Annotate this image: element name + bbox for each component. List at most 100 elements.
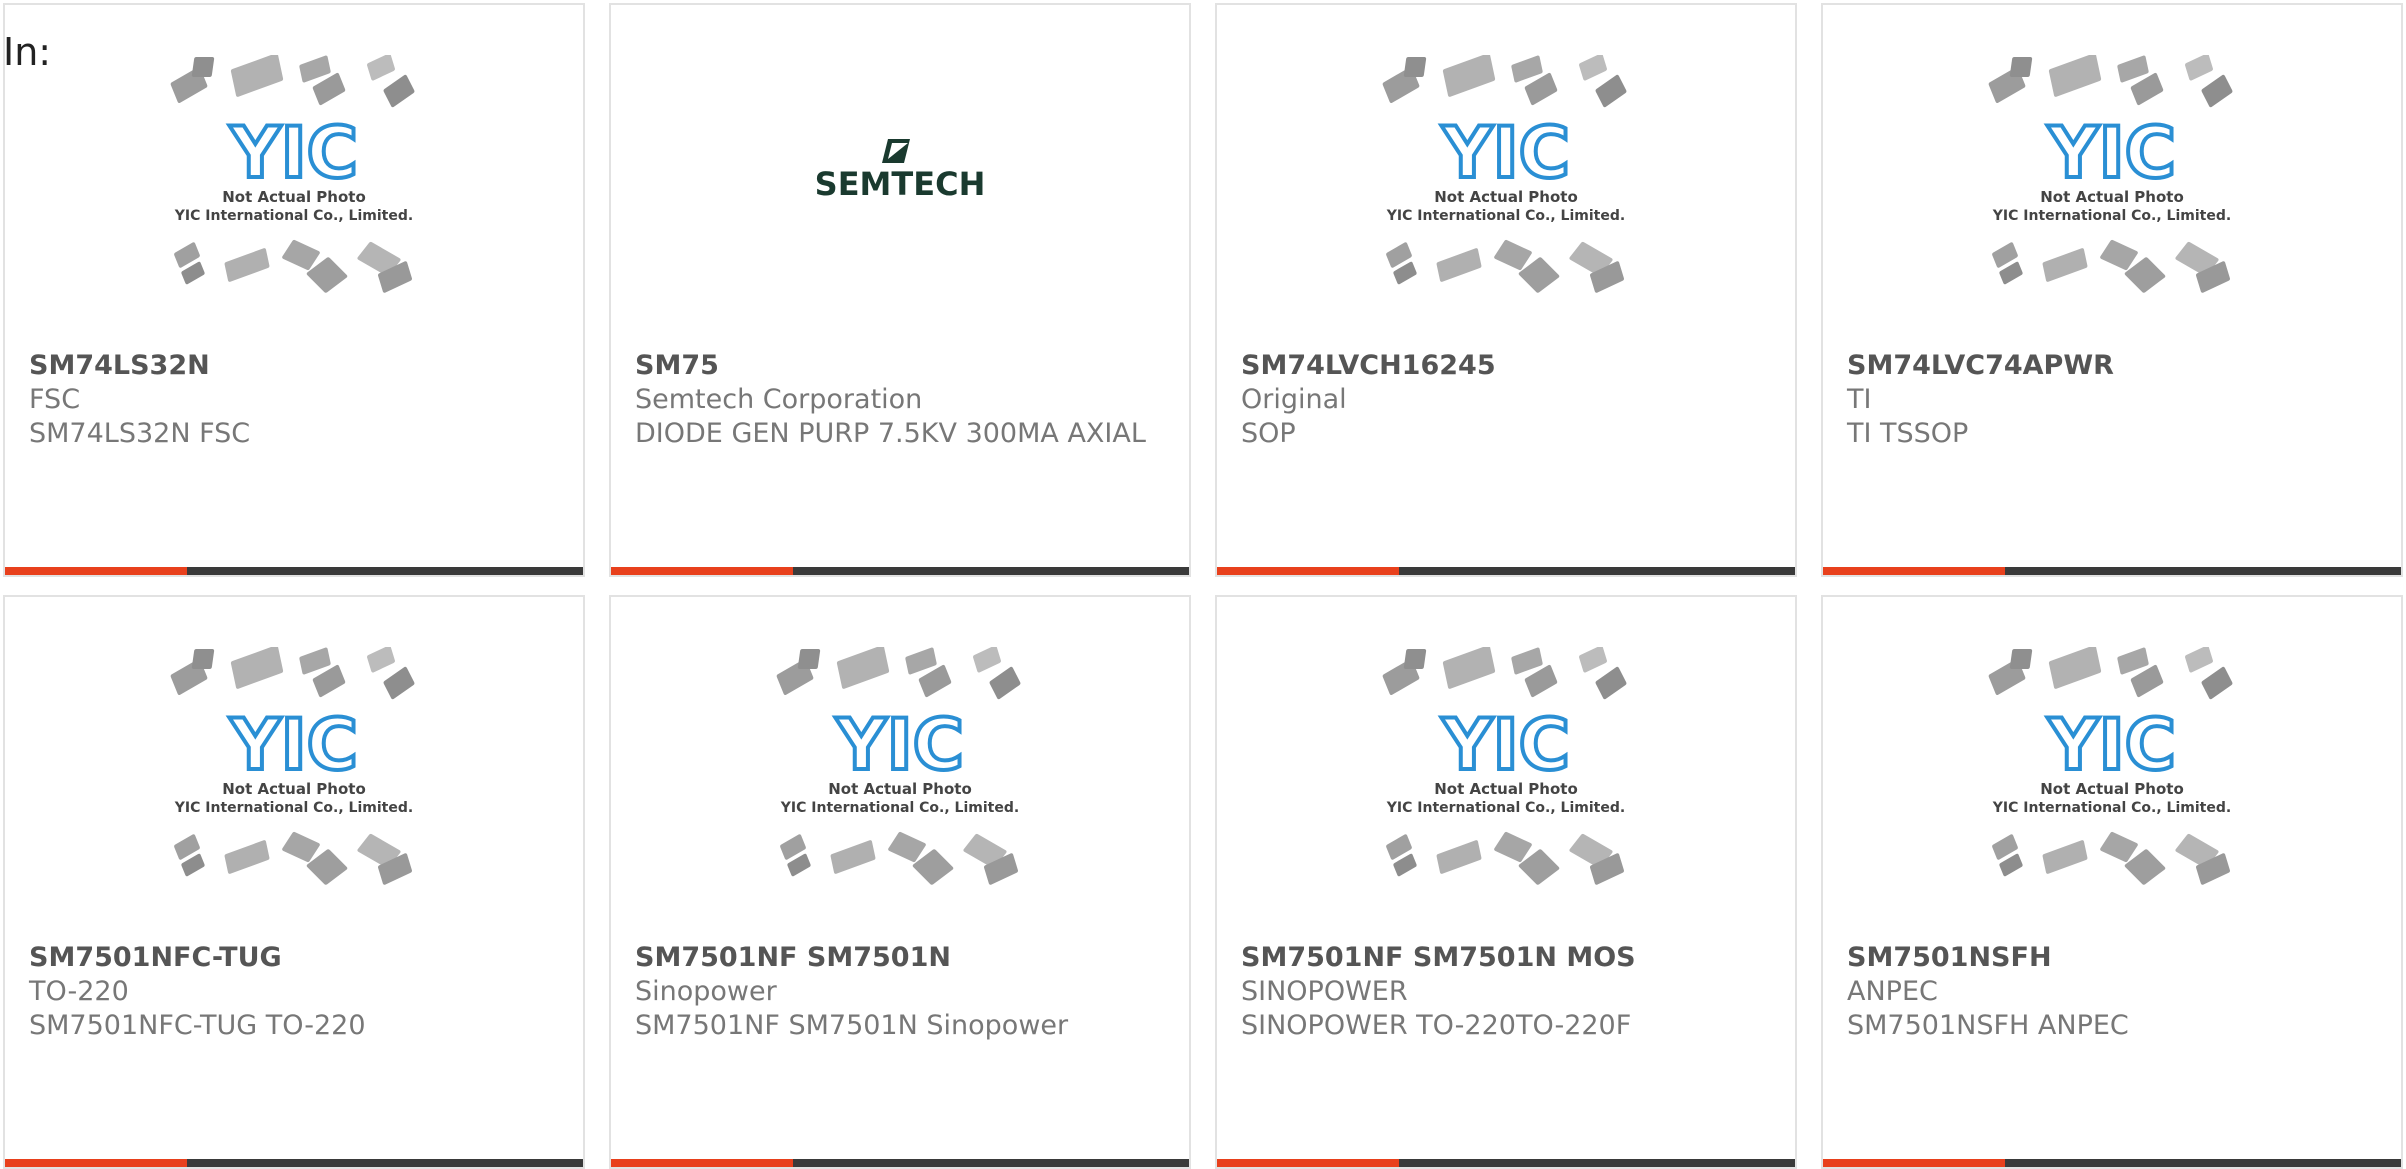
product-card[interactable]: YIC Not Actual Photo YIC International Co.… bbox=[1821, 595, 2403, 1169]
ic-chip-graphic bbox=[383, 666, 415, 700]
yic-logo-icon: YIC bbox=[1441, 704, 1570, 786]
chip-row-bottom bbox=[174, 831, 412, 885]
placeholder-caption-2: YIC International Co., Limited. bbox=[174, 208, 413, 224]
ic-chip-graphic bbox=[973, 647, 1001, 673]
card-footer-bar bbox=[1823, 1159, 2401, 1167]
description: DIODE GEN PURP 7.5KV 300MA AXIAL bbox=[635, 418, 1146, 449]
chip-row-bottom bbox=[1992, 831, 2230, 885]
ic-chip-graphic bbox=[830, 840, 876, 874]
ic-chip-graphic bbox=[1436, 840, 1482, 874]
ic-chip-graphic bbox=[905, 647, 937, 675]
ic-chip-graphic bbox=[2042, 840, 2088, 874]
placeholder-caption-2: YIC International Co., Limited. bbox=[1386, 208, 1625, 224]
card-accent bbox=[611, 1159, 793, 1167]
placeholder-caption-1: Not Actual Photo bbox=[222, 188, 366, 206]
card-footer-bar bbox=[1823, 567, 2401, 575]
placeholder-caption-2: YIC International Co., Limited. bbox=[1992, 208, 2231, 224]
description: SM74LS32N FSC bbox=[29, 418, 251, 449]
chip-row-bottom bbox=[1386, 831, 1624, 885]
ic-chip-graphic bbox=[2185, 647, 2213, 673]
product-image: YIC Not Actual Photo YIC International Co.… bbox=[1217, 5, 1795, 345]
ic-chip-graphic bbox=[989, 666, 1021, 700]
chip-row-top bbox=[170, 55, 415, 108]
ic-chip-graphic bbox=[230, 647, 284, 689]
part-number[interactable]: SM7501NSFH bbox=[1847, 941, 2381, 975]
placeholder-caption-2: YIC International Co., Limited. bbox=[1386, 800, 1625, 816]
chip-row-bottom bbox=[780, 831, 1018, 885]
manufacturer: TO-220 bbox=[29, 976, 129, 1007]
product-image: YIC Not Actual Photo YIC International Co.… bbox=[611, 597, 1189, 937]
placeholder-caption-1: Not Actual Photo bbox=[1434, 780, 1578, 798]
ic-chip-graphic bbox=[2117, 647, 2149, 675]
part-number[interactable]: SM74LS32N bbox=[29, 349, 563, 383]
placeholder-caption-1: Not Actual Photo bbox=[2040, 780, 2184, 798]
card-footer-bar bbox=[611, 567, 1189, 575]
card-accent bbox=[611, 567, 793, 575]
card-accent bbox=[1217, 567, 1399, 575]
part-number[interactable]: SM7501NF SM7501N MOS bbox=[1241, 941, 1775, 975]
product-card[interactable]: YIC Not Actual Photo YIC International Co.… bbox=[1215, 595, 1797, 1169]
filter-label: In: bbox=[3, 30, 52, 74]
placeholder-caption-2: YIC International Co., Limited. bbox=[1992, 800, 2231, 816]
ic-chip-graphic bbox=[1595, 666, 1627, 700]
part-number[interactable]: SM74LVC74APWR bbox=[1847, 349, 2381, 383]
ic-chip-graphic bbox=[2048, 55, 2102, 97]
ic-chip-graphic bbox=[1494, 239, 1532, 271]
product-card[interactable]: YIC Not Actual Photo YIC International Co.… bbox=[1215, 3, 1797, 577]
yic-logo-icon: YIC bbox=[229, 704, 358, 786]
product-card[interactable]: YIC Not Actual Photo YIC International Co.… bbox=[3, 595, 585, 1169]
ic-chip-graphic bbox=[1579, 55, 1607, 81]
manufacturer: Original bbox=[1241, 384, 1347, 415]
description: SM7501NF SM7501N Sinopower bbox=[635, 1010, 1069, 1041]
chip-row-bottom bbox=[1992, 239, 2230, 293]
part-number[interactable]: SM74LVCH16245 bbox=[1241, 349, 1775, 383]
product-card[interactable]: SEMTECH SM75 Semtech Corporation DIODE G… bbox=[609, 3, 1191, 577]
chip-row-top bbox=[170, 647, 415, 700]
chip-row-bottom bbox=[1386, 239, 1624, 293]
manufacturer: FSC bbox=[29, 384, 81, 415]
card-accent bbox=[1823, 1159, 2005, 1167]
ic-chip-graphic bbox=[2100, 239, 2138, 271]
placeholder-caption-1: Not Actual Photo bbox=[222, 780, 366, 798]
manufacturer: ANPEC bbox=[1847, 976, 1938, 1007]
ic-chip-graphic bbox=[367, 647, 395, 673]
placeholder-photo: YICNot Actual Photo YIC International Co.… bbox=[170, 55, 415, 293]
product-info: SM7501NF SM7501N Sinopower SM7501NF SM75… bbox=[635, 941, 1169, 1043]
ic-chip-graphic bbox=[2009, 57, 2033, 77]
product-grid: YIC Not Actual Photo YIC International Co.… bbox=[3, 3, 2403, 1169]
ic-chip-graphic bbox=[1595, 74, 1627, 108]
chip-row-top bbox=[1988, 55, 2233, 108]
ic-chip-graphic bbox=[191, 649, 215, 669]
description: SM7501NSFH ANPEC bbox=[1847, 1010, 2129, 1041]
yic-logo-icon: YIC bbox=[229, 112, 358, 194]
product-card[interactable]: YIC Not Actual Photo YIC International Co.… bbox=[3, 3, 585, 577]
card-footer-bar bbox=[611, 1159, 1189, 1167]
product-image: SEMTECH bbox=[611, 5, 1189, 345]
product-card[interactable]: YIC Not Actual Photo YIC International Co.… bbox=[609, 595, 1191, 1169]
ic-chip-graphic bbox=[224, 248, 270, 282]
part-number[interactable]: SM7501NF SM7501N bbox=[635, 941, 1169, 975]
ic-chip-graphic bbox=[2201, 74, 2233, 108]
card-footer-bar bbox=[1217, 1159, 1795, 1167]
description: SINOPOWER TO-220TO-220F bbox=[1241, 1010, 1632, 1041]
ic-chip-graphic bbox=[2100, 831, 2138, 863]
manufacturer: TI bbox=[1847, 384, 1872, 415]
placeholder-photo: YICNot Actual Photo YIC International Co.… bbox=[776, 647, 1021, 885]
ic-chip-graphic bbox=[383, 74, 415, 108]
placeholder-photo: YICNot Actual Photo YIC International Co.… bbox=[1988, 647, 2233, 885]
ic-chip-graphic bbox=[797, 649, 821, 669]
product-image: YIC Not Actual Photo YIC International Co.… bbox=[5, 5, 583, 345]
part-number[interactable]: SM75 bbox=[635, 349, 1169, 383]
product-image: YIC Not Actual Photo YIC International Co.… bbox=[1217, 597, 1795, 937]
ic-chip-graphic bbox=[2009, 649, 2033, 669]
manufacturer: SINOPOWER bbox=[1241, 976, 1408, 1007]
product-image: YIC Not Actual Photo YIC International Co.… bbox=[1823, 597, 2401, 937]
product-info: SM7501NF SM7501N MOS SINOPOWER SINOPOWER… bbox=[1241, 941, 1775, 1043]
manufacturer: Sinopower bbox=[635, 976, 777, 1007]
product-card[interactable]: YIC Not Actual Photo YIC International Co.… bbox=[1821, 3, 2403, 577]
card-accent bbox=[5, 1159, 187, 1167]
ic-chip-graphic bbox=[282, 239, 320, 271]
part-number[interactable]: SM7501NFC-TUG bbox=[29, 941, 563, 975]
ic-chip-graphic bbox=[299, 647, 331, 675]
ic-chip-graphic bbox=[1436, 248, 1482, 282]
